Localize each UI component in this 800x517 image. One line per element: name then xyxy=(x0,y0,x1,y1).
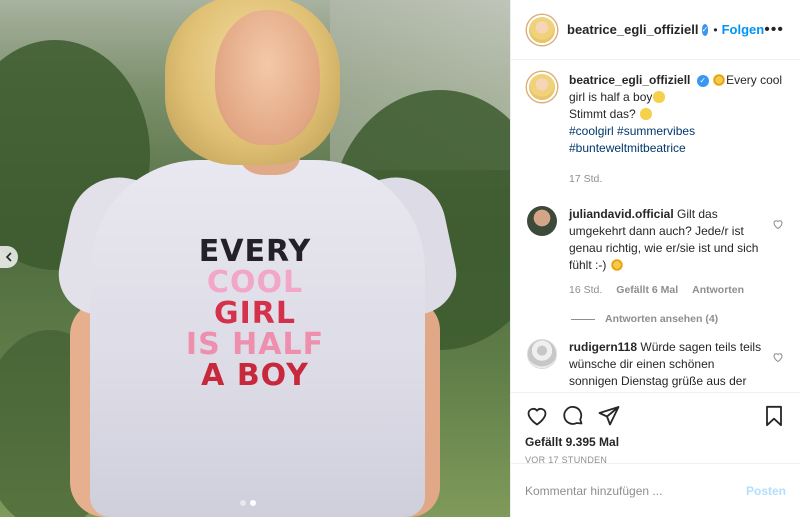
post-actions: Gefällt 9.395 Mal VOR 17 STUNDEN Posten xyxy=(511,392,800,517)
carousel-dot-active xyxy=(250,500,256,506)
carousel-dot xyxy=(240,500,246,506)
comments-list[interactable]: beatrice_egli_offiziell ✓ Every cool gir… xyxy=(511,60,800,392)
post-photo[interactable]: EVERY COOL GIRL IS HALF A BOY xyxy=(0,0,510,517)
comment-item: rudigern118 Würde sagen teils teils wüns… xyxy=(527,339,784,392)
heart-icon[interactable] xyxy=(772,351,784,363)
caption-username[interactable]: beatrice_egli_offiziell xyxy=(569,73,690,87)
caption-time[interactable]: 17 Std. xyxy=(569,171,602,188)
divider xyxy=(571,318,595,320)
shirt-line: IS HALF xyxy=(185,327,325,362)
comment-input[interactable] xyxy=(525,483,746,498)
heart-icon[interactable] xyxy=(772,218,784,230)
heart-icon[interactable] xyxy=(525,404,549,428)
reply-button[interactable]: Antworten xyxy=(692,282,744,299)
caption: beatrice_egli_offiziell ✓ Every cool gir… xyxy=(527,72,784,188)
caption-question: Stimmt das? xyxy=(569,107,636,121)
post-comment-button[interactable]: Posten xyxy=(746,484,786,498)
view-replies-label: Antworten ansehen (4) xyxy=(605,313,719,325)
hashtag-link[interactable]: #summervibes xyxy=(617,124,695,138)
bookmark-icon[interactable] xyxy=(762,404,786,428)
hashtag-link[interactable]: #coolgirl xyxy=(569,124,614,138)
verified-badge-icon: ✓ xyxy=(701,23,709,36)
avatar[interactable] xyxy=(527,72,557,102)
shirt-line: A BOY xyxy=(201,358,309,393)
comment-likes[interactable]: Gefällt 6 Mal xyxy=(616,282,678,299)
post-header: beatrice_egli_offiziell ✓ • Folgen ••• xyxy=(511,0,800,60)
separator-dot: • xyxy=(713,22,718,37)
post-side-panel: beatrice_egli_offiziell ✓ • Folgen ••• b… xyxy=(510,0,800,517)
shirt-line: GIRL xyxy=(213,296,296,331)
carousel-prev-button[interactable] xyxy=(0,246,18,268)
share-icon[interactable] xyxy=(597,404,621,428)
shirt-slogan: EVERY COOL GIRL IS HALF A BOY xyxy=(150,236,360,391)
comment-time[interactable]: 16 Std. xyxy=(569,282,602,299)
comment-item: juliandavid.official Gilt das umgekehrt … xyxy=(527,206,784,299)
shirt-line: EVERY xyxy=(198,234,312,269)
sun-emoji-icon xyxy=(713,74,726,86)
likes-count[interactable]: Gefällt 9.395 Mal xyxy=(525,435,786,449)
comment-username[interactable]: rudigern118 xyxy=(569,340,637,354)
thinking-emoji-icon xyxy=(640,108,653,120)
hashtag-link[interactable]: #bunteweltmitbeatrice xyxy=(569,141,686,155)
shirt-line: COOL xyxy=(206,265,304,300)
comment-composer: Posten xyxy=(511,463,800,517)
likes-text: Gefällt 9.395 Mal xyxy=(525,435,620,449)
ellipsis-icon[interactable]: ••• xyxy=(764,21,784,39)
follow-button[interactable]: Folgen xyxy=(722,22,765,37)
action-icons xyxy=(525,399,786,433)
avatar[interactable] xyxy=(527,14,557,45)
person-face xyxy=(215,10,320,145)
comment-icon[interactable] xyxy=(561,404,585,428)
chevron-left-icon xyxy=(5,252,12,262)
carousel-dots xyxy=(240,500,256,506)
avatar[interactable] xyxy=(527,339,557,369)
sun-emoji-icon xyxy=(610,259,623,271)
smiley-emoji-icon xyxy=(653,91,666,103)
author-username[interactable]: beatrice_egli_offiziell xyxy=(567,22,699,37)
verified-badge-icon: ✓ xyxy=(696,74,709,87)
avatar[interactable] xyxy=(527,206,557,236)
view-replies-button[interactable]: Antworten ansehen (4) xyxy=(571,313,784,325)
comment-username[interactable]: juliandavid.official xyxy=(569,207,674,221)
